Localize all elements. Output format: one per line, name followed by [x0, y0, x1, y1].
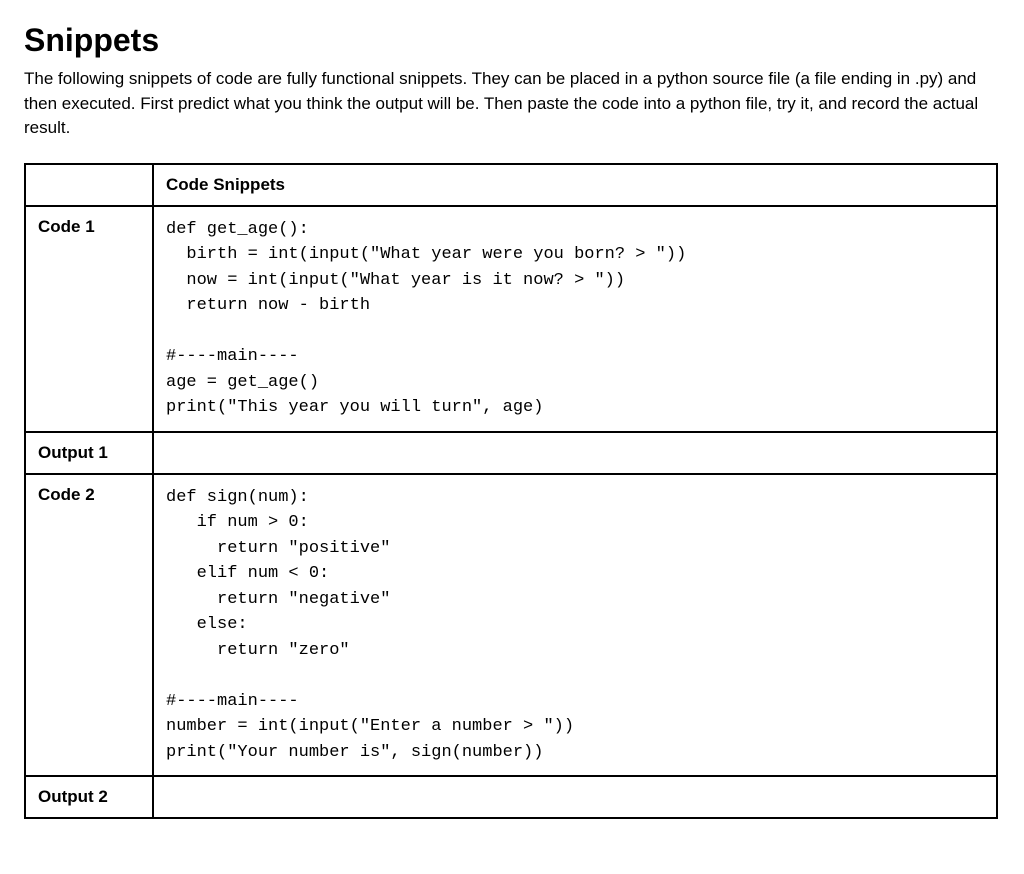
row-label-code-1: Code 1 — [25, 206, 153, 432]
page-heading: Snippets — [24, 22, 1000, 59]
table-header-row: Code Snippets — [25, 164, 997, 206]
row-content-output-1 — [153, 432, 997, 474]
code-block: def get_age(): birth = int(input("What y… — [166, 217, 984, 421]
row-content-code-1: def get_age(): birth = int(input("What y… — [153, 206, 997, 432]
row-content-code-2: def sign(num): if num > 0: return "posit… — [153, 474, 997, 777]
code-snippets-table: Code Snippets Code 1 def get_age(): birt… — [24, 163, 998, 820]
code-block: def sign(num): if num > 0: return "posit… — [166, 485, 984, 766]
row-label-output-2: Output 2 — [25, 776, 153, 818]
intro-paragraph: The following snippets of code are fully… — [24, 67, 984, 141]
table-row: Code 2 def sign(num): if num > 0: return… — [25, 474, 997, 777]
row-content-output-2 — [153, 776, 997, 818]
row-label-code-2: Code 2 — [25, 474, 153, 777]
table-header-content: Code Snippets — [153, 164, 997, 206]
table-row: Output 1 — [25, 432, 997, 474]
table-row: Output 2 — [25, 776, 997, 818]
table-row: Code 1 def get_age(): birth = int(input(… — [25, 206, 997, 432]
row-label-output-1: Output 1 — [25, 432, 153, 474]
table-header-label — [25, 164, 153, 206]
